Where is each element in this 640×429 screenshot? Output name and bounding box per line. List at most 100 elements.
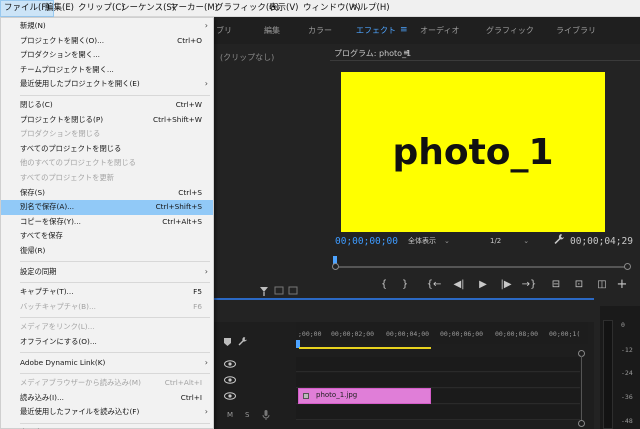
workspace-menu-icon[interactable]: ≡ [400,17,408,44]
mark-out-button[interactable]: } [399,278,411,292]
menu-item-label: バッチキャプチャ(B)... [20,301,96,311]
file-menu-item[interactable]: 最近使用したファイルを読み込む(F) › [1,405,213,420]
file-menu-item: メディアブラウザーから読み込み(M) Ctrl+Alt+I [1,376,213,391]
meter-label: -48 [621,417,633,425]
file-menu-item[interactable]: 読み込み(I)... Ctrl+I [1,391,213,406]
file-menu-item[interactable]: オフラインにする(O)... [1,335,213,350]
chevron-down-icon: ⌄ [444,237,450,245]
add-button[interactable]: + [615,278,629,292]
workspace-tab-editing[interactable]: 編集 [264,17,280,44]
file-menu-item[interactable]: すべてを保存 [1,229,213,244]
export-frame-button[interactable]: ◫ [594,278,610,292]
overwrite-icon[interactable] [288,286,298,295]
menu-item-shortcut: F6 [193,301,202,311]
step-forward-button[interactable]: |▶ [498,278,514,292]
menu-item-label: オフラインにする(O)... [20,337,97,346]
menu-item-shortcut: Ctrl+O [177,35,202,45]
file-menu-item[interactable]: 保存(S) Ctrl+S [1,186,213,201]
file-menu-item: すべてのプロジェクトを更新 [1,171,213,186]
marker-icon[interactable] [224,338,231,346]
file-menu-item[interactable]: キャプチャ(T)... F5 [1,285,213,300]
timeline-clip[interactable]: photo_1.jpg [298,388,431,404]
menu-item-shortcut: F5 [193,287,202,297]
filter-icon[interactable] [260,287,268,292]
menu-help[interactable]: ヘルプ(H) [348,0,393,17]
scroll-knob-bottom[interactable] [578,420,585,427]
resolution-select[interactable]: 1/2 ⌄ [490,235,546,247]
program-tab-underline [330,60,640,61]
frame-caption: photo_1 [392,131,554,173]
menu-item-label: プロダクションを閉じる [20,129,101,139]
eye-icon[interactable] [224,376,236,384]
scrub-line [333,266,629,268]
video-track-3[interactable] [296,357,580,372]
fit-select[interactable]: 全体表示 ⌄ [408,235,464,247]
file-menu-item[interactable]: プロジェクトを閉じる(P) Ctrl+Shift+W [1,113,213,128]
menu-item-label: メディアブラウザーから読み込み(M) [20,378,141,388]
file-menu-item[interactable]: 閉じる(C) Ctrl+W [1,98,213,113]
file-menu-item[interactable]: 最近使用したプロジェクトを開く(E) › [1,77,213,92]
menu-item-shortcut: Ctrl+Shift+W [152,114,202,124]
video-track-2[interactable] [296,373,580,388]
workspace-tab-graphics[interactable]: グラフィック [486,17,534,44]
scrub-end-knob[interactable] [624,263,631,270]
program-monitor-tab[interactable]: プログラム: photo_1 [334,48,411,59]
program-tab-menu-icon[interactable]: ≡ [403,48,410,57]
play-button[interactable]: ▶ [476,278,490,292]
menu-item-label: すべてのプロジェクトを閉じる [20,143,122,153]
file-menu-item[interactable]: Adobe Dynamic Link(K) › [1,356,213,371]
mute-track-button[interactable]: M [227,411,233,419]
menu-item-label: 復帰(R) [20,246,46,255]
premiere-window: ファイル(F) 編集(E) クリップ(C) シーケンス(S) マーカー(M) グ… [0,0,640,429]
clip-icon[interactable] [274,286,284,295]
mark-in-button[interactable]: { [378,278,390,292]
menu-separator [20,261,210,263]
workspace-tab-audio[interactable]: オーディオ [420,17,459,44]
source-panel [214,46,316,298]
timeline-settings-wrench-icon[interactable] [238,337,248,346]
lift-button[interactable]: ⊟ [548,278,564,292]
wrench-icon[interactable] [553,233,565,245]
file-menu-item[interactable]: プロジェクトを開く(O)... Ctrl+O [1,34,213,49]
meter-label: -24 [621,369,633,377]
menu-edit[interactable]: 編集(E) [42,0,77,17]
workspace-tab-effects[interactable]: エフェクト [356,17,396,44]
file-menu-item[interactable]: 復帰(R) [1,244,213,259]
source-tools-icons[interactable] [258,285,298,297]
microphone-icon[interactable] [262,409,270,421]
workspace-tab-libraries[interactable]: ライブラリ [556,17,596,44]
menu-separator [20,372,210,374]
extract-button[interactable]: ⊡ [571,278,587,292]
meter-label: 0 [621,321,625,329]
menu-separator [20,422,210,424]
menu-item-label: 別名で保存(A)... [20,202,75,212]
fit-select-value: 全体表示 [408,237,436,245]
solo-track-button[interactable]: S [245,411,249,419]
program-scrub-bar[interactable] [332,252,631,270]
workspace-tab-color[interactable]: カラー [308,17,332,44]
go-to-in-button[interactable]: {← [426,278,442,292]
step-back-button[interactable]: ◀| [451,278,467,292]
work-area-bar[interactable] [299,347,431,349]
timeline-header [214,300,594,322]
current-timecode[interactable]: 00;00;00;00 [335,236,398,247]
file-menu-item[interactable]: すべてのプロジェクトを閉じる [1,142,213,157]
file-menu-item[interactable]: コピーを保存(Y)... Ctrl+Alt+S [1,215,213,230]
timeline-vertical-scrollbar[interactable] [578,350,585,429]
meter-label: -36 [621,393,633,401]
menu-item-label: 最近使用したファイルを読み込む(F) [20,407,140,417]
file-menu-item[interactable]: プロダクションを開く... [1,48,213,63]
file-menu-item[interactable]: 新規(N) › [1,19,213,34]
menu-item-label: プロジェクトを閉じる(P) [20,114,104,124]
file-menu-item[interactable]: チームプロジェクトを開く... [1,63,213,78]
duration-timecode: 00;00;04;29 [570,236,633,247]
workspace-tab-assembly[interactable]: ブリ [216,17,232,44]
file-menu-item[interactable]: 設定の同期 › [1,265,213,280]
eye-icon[interactable] [224,392,236,400]
go-to-out-button[interactable]: →} [521,278,537,292]
audio-track-1[interactable] [296,405,580,420]
scrub-start-knob[interactable] [332,263,339,270]
file-menu-item[interactable]: 別名で保存(A)... Ctrl+Shift+S [1,200,213,215]
eye-icon[interactable] [224,360,236,368]
menu-view[interactable]: 表示(V) [266,0,301,17]
